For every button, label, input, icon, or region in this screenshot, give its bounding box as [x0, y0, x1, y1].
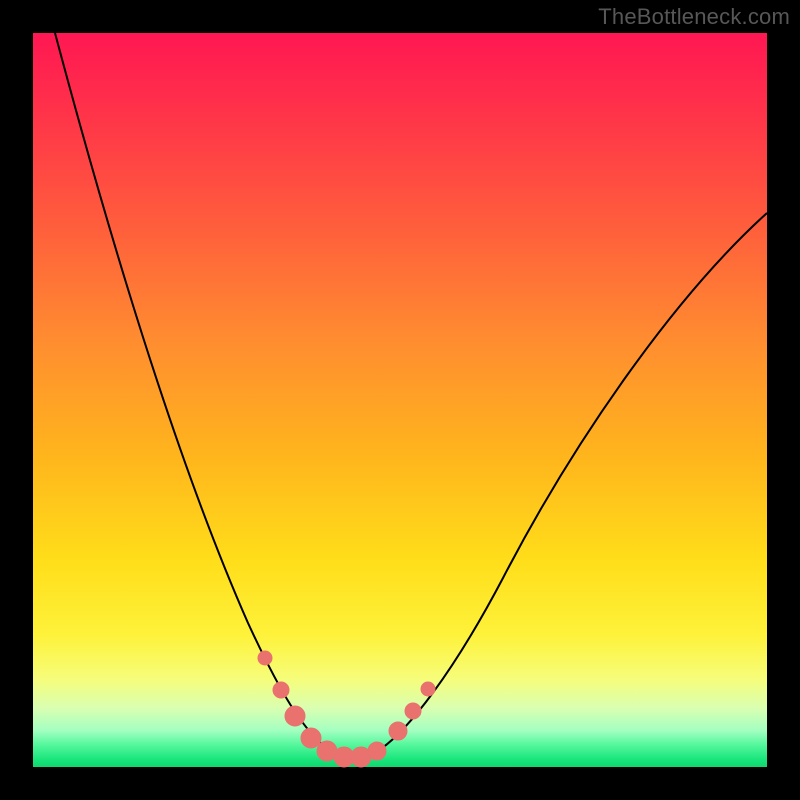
marker-dot	[258, 651, 272, 665]
watermark-label: TheBottleneck.com	[598, 4, 790, 30]
plot-area	[33, 33, 767, 767]
marker-dot	[389, 722, 407, 740]
marker-dot	[285, 706, 305, 726]
curve-svg	[33, 33, 767, 767]
marker-dot	[421, 682, 435, 696]
marker-group	[258, 651, 435, 767]
marker-dot	[405, 703, 421, 719]
marker-dot	[301, 728, 321, 748]
chart-frame: TheBottleneck.com	[0, 0, 800, 800]
marker-dot	[273, 682, 289, 698]
marker-dot	[368, 742, 386, 760]
bottleneck-curve	[55, 33, 767, 759]
